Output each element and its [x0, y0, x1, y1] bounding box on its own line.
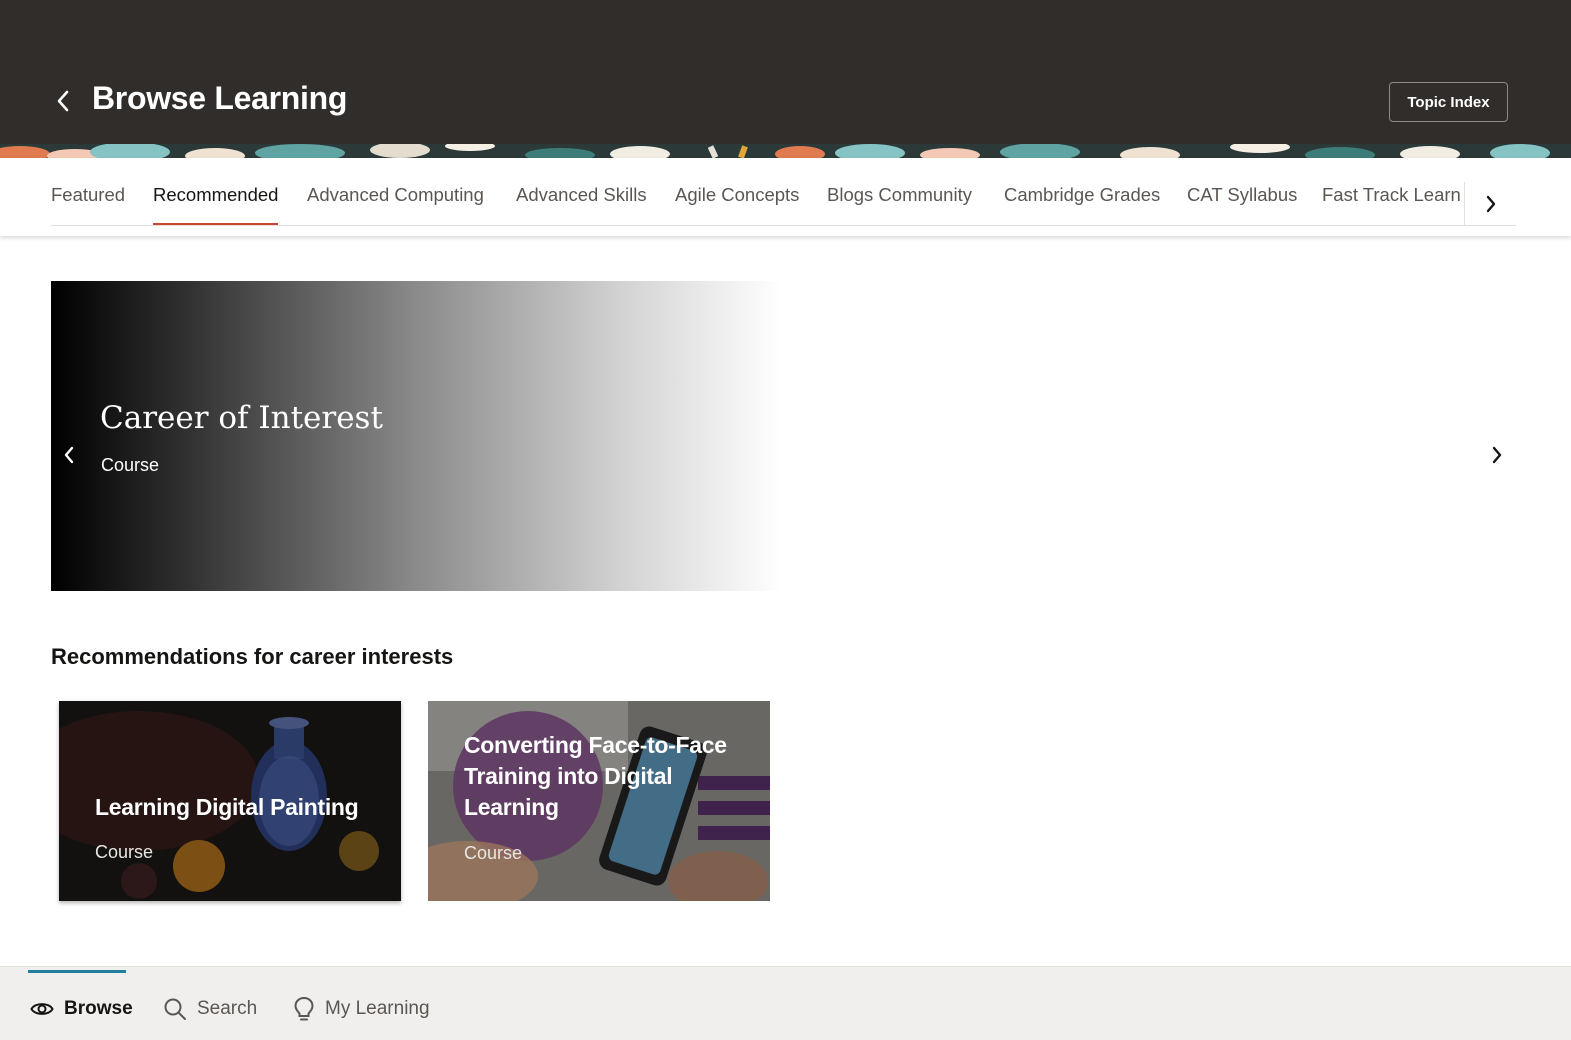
category-tab-bar: Featured Recommended Advanced Computing …: [0, 158, 1571, 236]
topic-index-button[interactable]: Topic Index: [1389, 82, 1508, 122]
nav-search[interactable]: Search: [163, 991, 257, 1027]
tab-featured[interactable]: Featured: [51, 184, 125, 225]
carousel-next-button[interactable]: [1484, 440, 1510, 470]
decorative-banner: [0, 144, 1571, 158]
nav-browse-label: Browse: [64, 998, 133, 1019]
tabs-scroll-right-button[interactable]: [1464, 182, 1516, 226]
card-title: Converting Face-to-Face Training into Di…: [464, 732, 727, 820]
card-type-label: Course: [464, 843, 523, 863]
tab-recommended[interactable]: Recommended: [153, 184, 279, 225]
chevron-right-icon: [1486, 195, 1495, 212]
tab-blogs-community[interactable]: Blogs Community: [827, 184, 972, 225]
hero-type-label: Course: [101, 455, 160, 475]
tab-agile-concepts[interactable]: Agile Concepts: [675, 184, 799, 225]
course-card-learning-digital-painting[interactable]: Learning Digital Painting Course: [59, 701, 401, 901]
nav-search-label: Search: [197, 998, 258, 1019]
course-card-converting-face-to-face[interactable]: Converting Face-to-Face Training into Di…: [428, 701, 770, 901]
nav-browse[interactable]: Browse: [30, 991, 133, 1027]
tab-cambridge-grades[interactable]: Cambridge Grades: [1004, 184, 1160, 225]
page-header: Browse Learning Topic Index: [0, 0, 1571, 145]
active-nav-indicator: [28, 970, 126, 973]
category-tabs: Featured Recommended Advanced Computing …: [51, 158, 1464, 226]
hero-title[interactable]: Career of Interest: [100, 400, 383, 436]
page-title: Browse Learning: [92, 80, 348, 116]
chevron-right-icon: [1492, 446, 1502, 464]
nav-my-learning[interactable]: My Learning: [293, 991, 430, 1027]
back-button[interactable]: [50, 86, 76, 116]
nav-my-learning-label: My Learning: [325, 998, 430, 1019]
chevron-left-icon: [64, 446, 74, 464]
tab-advanced-computing[interactable]: Advanced Computing: [307, 184, 484, 225]
carousel-previous-button[interactable]: [56, 440, 82, 470]
lightbulb-icon: [294, 996, 314, 1021]
card-title: Learning Digital Painting: [95, 794, 359, 820]
card-type-label: Course: [95, 842, 154, 862]
section-title: Recommendations for career interests: [51, 644, 454, 669]
search-icon: [164, 998, 186, 1020]
tab-cat-syllabus[interactable]: CAT Syllabus: [1187, 184, 1297, 225]
eye-icon: [30, 1003, 54, 1015]
chevron-left-icon: [57, 90, 69, 112]
tab-advanced-skills[interactable]: Advanced Skills: [516, 184, 647, 225]
bottom-navigation: Browse Search My Learning: [0, 966, 1571, 1040]
hero-banner[interactable]: [51, 281, 781, 591]
tab-fast-track-learn[interactable]: Fast Track Learn: [1322, 184, 1461, 225]
